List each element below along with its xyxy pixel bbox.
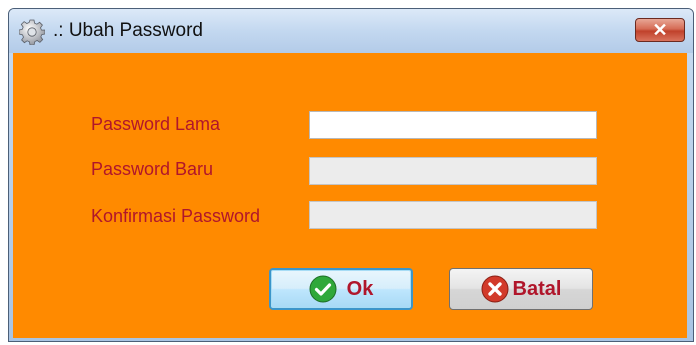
confirm-password-label: Konfirmasi Password bbox=[91, 206, 261, 226]
cancel-button-label: Batal bbox=[512, 277, 562, 300]
form-panel: Password Lama Password Baru Konfirmasi P… bbox=[13, 53, 687, 338]
close-button[interactable]: ✕ bbox=[635, 18, 685, 42]
ok-button-label: Ok bbox=[346, 277, 374, 300]
new-password-label: Password Baru bbox=[91, 159, 214, 179]
confirm-password-field[interactable] bbox=[309, 201, 597, 229]
close-icon: ✕ bbox=[652, 20, 668, 40]
old-password-label: Password Lama bbox=[91, 114, 221, 134]
ok-button[interactable]: Ok bbox=[269, 268, 413, 310]
change-password-dialog: .: Ubah Password ✕ Password Lama Passwor… bbox=[8, 8, 694, 342]
gear-icon bbox=[19, 19, 45, 45]
check-icon bbox=[309, 275, 337, 303]
new-password-field[interactable] bbox=[309, 157, 597, 185]
cancel-x-icon bbox=[481, 275, 509, 303]
old-password-field[interactable] bbox=[309, 111, 597, 139]
cancel-button[interactable]: Batal bbox=[449, 268, 593, 310]
window-title: .: Ubah Password bbox=[53, 20, 203, 41]
title-bar[interactable]: .: Ubah Password ✕ bbox=[9, 9, 693, 53]
